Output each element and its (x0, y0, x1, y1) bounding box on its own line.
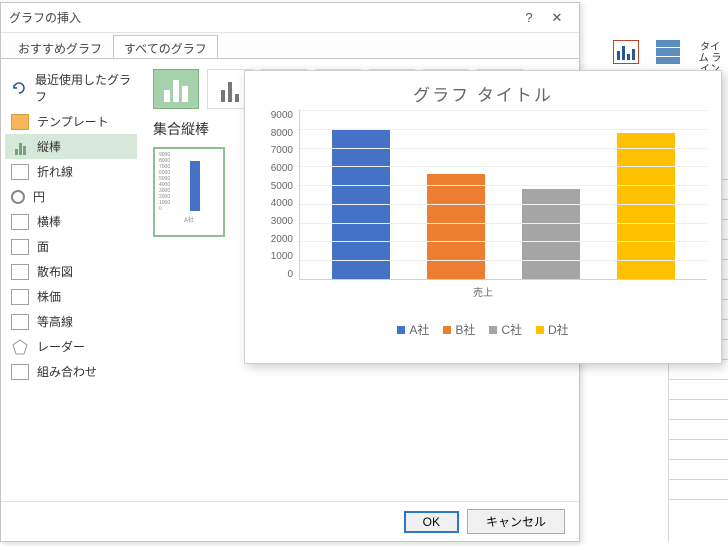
sidebar-item-recent[interactable]: 最近使用したグラフ (5, 67, 137, 109)
legend-item: D社 (536, 321, 569, 338)
column-chart-icon (11, 139, 29, 155)
bar-B社 (427, 174, 485, 279)
sidebar-item-line[interactable]: 折れ線 (5, 159, 137, 184)
chart-legend: A社 B社 C社 D社 (259, 321, 707, 338)
bar-chart-icon (11, 214, 29, 230)
sidebar-item-templates[interactable]: テンプレート (5, 109, 137, 134)
chart-preview-thumbnail[interactable]: 9000800070006000500040003000200010000 A社 (153, 147, 225, 237)
surface-chart-icon (11, 314, 29, 330)
recent-icon (11, 80, 27, 96)
stock-chart-icon (11, 289, 29, 305)
sidebar-item-surface[interactable]: 等高線 (5, 309, 137, 334)
area-chart-icon (11, 239, 29, 255)
close-button[interactable]: ✕ (543, 10, 571, 26)
legend-item: B社 (443, 321, 475, 338)
sidebar-item-radar[interactable]: レーダー (5, 334, 137, 359)
dialog-title: グラフの挿入 (9, 9, 515, 26)
scatter-chart-icon (11, 264, 29, 280)
sidebar-item-label: 横棒 (37, 213, 61, 230)
legend-item: A社 (397, 321, 429, 338)
sidebar-item-label: テンプレート (37, 113, 109, 130)
sidebar-item-label: 組み合わせ (37, 363, 97, 380)
dialog-tabs: おすすめグラフ すべてのグラフ (1, 33, 579, 59)
y-axis: 9000800070006000500040003000200010000 (259, 110, 299, 280)
subtype-clustered-column[interactable] (153, 69, 199, 109)
radar-chart-icon (11, 339, 29, 355)
template-icon (11, 114, 29, 130)
sidebar-item-label: 円 (33, 188, 45, 205)
pie-chart-icon (11, 190, 25, 204)
dialog-footer: OK キャンセル (1, 501, 579, 541)
chart-plot-area: 9000800070006000500040003000200010000 (259, 110, 707, 280)
help-button[interactable]: ? (515, 10, 543, 25)
sidebar-item-label: 等高線 (37, 313, 73, 330)
sidebar-item-label: 株価 (37, 288, 61, 305)
combo-chart-icon (11, 364, 29, 380)
sidebar-item-area[interactable]: 面 (5, 234, 137, 259)
bar-D社 (617, 133, 675, 279)
sidebar-item-pie[interactable]: 円 (5, 184, 137, 209)
chart-preview-popup: グラフ タイトル 9000800070006000500040003000200… (244, 70, 722, 364)
cancel-button[interactable]: キャンセル (467, 509, 565, 534)
legend-item: C社 (489, 321, 522, 338)
x-axis-label: 売上 (259, 284, 707, 299)
tab-recommended[interactable]: おすすめグラフ (7, 35, 113, 58)
bar-C社 (522, 189, 580, 279)
sidebar-item-label: 散布図 (37, 263, 73, 280)
dialog-titlebar: グラフの挿入 ? ✕ (1, 3, 579, 33)
chart-title: グラフ タイトル (259, 81, 707, 106)
sidebar-item-label: 折れ線 (37, 163, 73, 180)
thumb-caption: A社 (159, 215, 219, 224)
sidebar-item-label: 面 (37, 238, 49, 255)
sidebar-item-combo[interactable]: 組み合わせ (5, 359, 137, 384)
line-chart-icon (11, 164, 29, 180)
ok-button[interactable]: OK (404, 511, 459, 533)
sidebar-item-bar[interactable]: 横棒 (5, 209, 137, 234)
sidebar-item-stock[interactable]: 株価 (5, 284, 137, 309)
sidebar-item-scatter[interactable]: 散布図 (5, 259, 137, 284)
tab-all-charts[interactable]: すべてのグラフ (113, 35, 218, 58)
chart-type-sidebar: 最近使用したグラフ テンプレート 縦棒 折れ線 円 横棒 (1, 59, 141, 501)
sidebar-item-label: レーダー (37, 338, 85, 355)
sidebar-item-label: 最近使用したグラフ (35, 71, 131, 105)
sidebar-item-column[interactable]: 縦棒 (5, 134, 137, 159)
sidebar-item-label: 縦棒 (37, 138, 61, 155)
plot-region (299, 110, 707, 280)
